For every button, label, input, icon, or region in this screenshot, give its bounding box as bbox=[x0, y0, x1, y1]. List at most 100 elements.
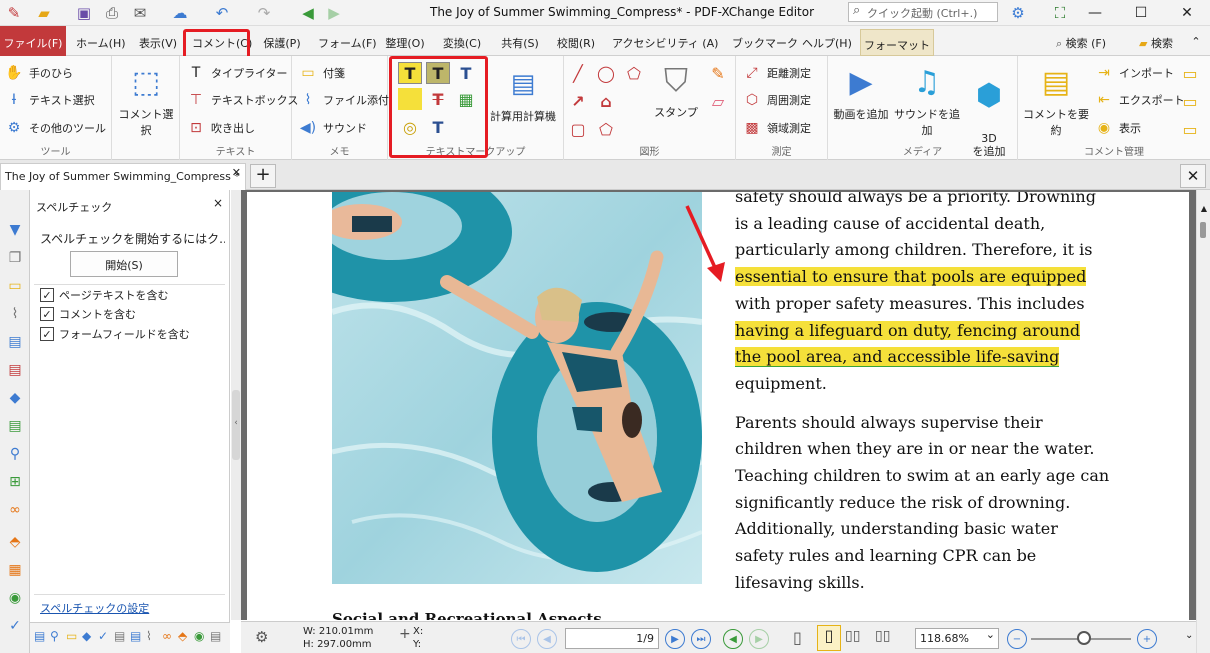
callout-button[interactable]: ⊡ 吹き出し bbox=[186, 117, 255, 139]
add-sound-button[interactable]: ♫ サウンドを追加 bbox=[892, 62, 962, 138]
panel-tab-icon[interactable]: ▤ bbox=[114, 629, 128, 647]
bookmark-icon[interactable]: ▼ bbox=[5, 220, 25, 240]
stamp-button[interactable]: ⛉ スタンプ bbox=[650, 60, 702, 120]
typewriter-button[interactable]: T タイプライター bbox=[186, 62, 288, 84]
panel-tab-icon[interactable]: ✓ bbox=[98, 629, 112, 647]
continuous-page-icon[interactable]: ▯ bbox=[817, 625, 841, 651]
menu-expand-icon[interactable]: ⌃ bbox=[1186, 31, 1206, 53]
next-page-button[interactable]: ▶ bbox=[665, 629, 685, 649]
tab-share[interactable]: 共有(S) bbox=[500, 31, 540, 53]
splitter-grip-icon[interactable]: ‹ bbox=[232, 390, 240, 460]
sound-button[interactable]: ◀) サウンド bbox=[298, 117, 367, 139]
two-page-continuous-icon[interactable]: ▯▯ bbox=[875, 628, 890, 644]
expand-status-icon[interactable]: ⌄ bbox=[1185, 630, 1193, 641]
scroll-up-icon[interactable]: ▲ bbox=[1197, 204, 1210, 213]
page-number-input[interactable]: 1/9 bbox=[565, 628, 659, 649]
textbox-button[interactable]: ⊤ テキストボックス bbox=[186, 89, 298, 111]
arrow-shape-icon[interactable]: ↗ bbox=[566, 90, 590, 112]
comments-icon[interactable]: ▭ bbox=[5, 276, 25, 296]
redo-icon[interactable]: ↷ bbox=[254, 3, 274, 23]
attachments-icon[interactable]: ⌇ bbox=[5, 304, 25, 324]
panel-splitter[interactable]: ‹ bbox=[231, 190, 241, 620]
forward-view-button[interactable]: ▶ bbox=[749, 629, 769, 649]
close-window-button[interactable]: ✕ bbox=[1164, 0, 1210, 26]
tab-view[interactable]: 表示(V) bbox=[138, 31, 178, 53]
tab-bookmarks[interactable]: ブックマーク bbox=[732, 31, 798, 53]
tab-form[interactable]: フォーム(F) bbox=[318, 31, 377, 53]
import-button[interactable]: ⇥ インポート bbox=[1094, 62, 1174, 84]
new-tab-button[interactable]: + bbox=[250, 164, 276, 188]
area-measure-button[interactable]: ▩ 領域測定 bbox=[742, 117, 811, 139]
spellcheck-icon[interactable]: ✓ bbox=[5, 616, 25, 636]
pencil-icon[interactable]: ✎ bbox=[706, 62, 730, 84]
link-icon[interactable]: ∞ bbox=[5, 500, 25, 520]
tab-organize[interactable]: 整理(O) bbox=[384, 31, 426, 53]
panel-tab-icon[interactable]: ⚲ bbox=[50, 629, 64, 647]
perimeter-measure-button[interactable]: ⬡ 周囲測定 bbox=[742, 89, 811, 111]
close-icon[interactable]: × bbox=[213, 196, 223, 210]
close-icon[interactable]: ✕ bbox=[232, 166, 241, 179]
text-select-button[interactable]: Ɨ テキスト選択 bbox=[4, 89, 95, 111]
include-comments-checkbox[interactable]: ✓ コメントを含む bbox=[40, 305, 136, 323]
maximize-button[interactable]: ☐ bbox=[1118, 0, 1164, 26]
content-icon[interactable]: ▤ bbox=[5, 332, 25, 352]
tab-help[interactable]: ヘルプ(H) bbox=[802, 31, 852, 53]
settings-gear-icon[interactable]: ⚙ bbox=[255, 628, 268, 646]
tab-file[interactable]: ファイル(F) bbox=[0, 26, 66, 56]
comment-prev-icon[interactable]: ▭ bbox=[1178, 62, 1202, 84]
spellcheck-settings-link[interactable]: スペルチェックの設定 bbox=[40, 600, 149, 616]
panel-tab-icon[interactable]: ⬘ bbox=[178, 629, 192, 647]
zoom-out-button[interactable]: − bbox=[1007, 629, 1027, 649]
other-tools-button[interactable]: ⚙ その他のツール bbox=[4, 117, 106, 139]
location-icon[interactable]: ⚲ bbox=[5, 444, 25, 464]
panel-tab-icon[interactable]: ∞ bbox=[162, 629, 176, 647]
polygon-shape-icon[interactable]: ⬠ bbox=[622, 62, 646, 84]
last-page-button[interactable]: ⏭ bbox=[691, 629, 711, 649]
eraser-icon[interactable]: ▱ bbox=[706, 90, 730, 112]
tab-convert[interactable]: 変換(C) bbox=[442, 31, 482, 53]
rectangle-shape-icon[interactable]: ▢ bbox=[566, 118, 590, 140]
tab-home[interactable]: ホーム(H) bbox=[76, 31, 126, 53]
show-button[interactable]: ◉ 表示 bbox=[1094, 117, 1141, 139]
calculator-button[interactable]: ▤ 計算用計算機 bbox=[488, 64, 558, 124]
highlighted-text[interactable]: having a lifeguard on duty, fencing arou… bbox=[735, 320, 1081, 340]
highlighted-text[interactable]: the pool area, and accessible life-savin… bbox=[735, 347, 1060, 368]
back-icon[interactable]: ◀ bbox=[298, 3, 318, 23]
email-icon[interactable]: ✉ bbox=[130, 3, 150, 23]
hand-tool-button[interactable]: ✋ 手のひら bbox=[4, 62, 73, 84]
sticky-note-button[interactable]: ▭ 付箋 bbox=[298, 62, 345, 84]
vertical-scrollbar[interactable]: ▲ bbox=[1196, 190, 1210, 653]
pentagon-shape-icon[interactable]: ⬠ bbox=[594, 118, 618, 140]
tags-icon[interactable]: ▤ bbox=[5, 416, 25, 436]
highlighted-text[interactable]: essential to ensure that pools are equip… bbox=[735, 267, 1087, 287]
prev-page-button[interactable]: ◀ bbox=[537, 629, 557, 649]
panel-tab-icon[interactable]: ⌇ bbox=[146, 629, 160, 647]
polyline-shape-icon[interactable]: ⌂ bbox=[594, 90, 618, 112]
zoom-slider-knob[interactable] bbox=[1077, 631, 1091, 645]
forward-icon[interactable]: ▶ bbox=[324, 3, 344, 23]
ellipse-shape-icon[interactable]: ◯ bbox=[594, 62, 618, 84]
panel-tab-icon[interactable]: ▤ bbox=[130, 629, 144, 647]
first-page-button[interactable]: ⏮ bbox=[511, 629, 531, 649]
search-button[interactable]: ⌕ 検索 (F) bbox=[1044, 31, 1118, 53]
zoom-in-button[interactable]: + bbox=[1137, 629, 1157, 649]
panel-tab-icon[interactable]: ▤ bbox=[210, 629, 224, 647]
fullscreen-icon[interactable]: ⛶ bbox=[1050, 3, 1070, 23]
comment-select-button[interactable]: ⬚ コメント選択 bbox=[114, 62, 178, 138]
compare-icon[interactable]: ▦ bbox=[5, 560, 25, 580]
tag-icon[interactable]: ⬘ bbox=[5, 532, 25, 552]
comment-next-icon[interactable]: ▭ bbox=[1178, 90, 1202, 112]
pages-icon[interactable]: ❐ bbox=[5, 248, 25, 268]
save-icon[interactable]: ▣ bbox=[74, 3, 94, 23]
single-page-icon[interactable]: ▯ bbox=[793, 628, 802, 647]
file-attach-button[interactable]: ⌇ ファイル添付 bbox=[298, 89, 389, 111]
distance-measure-button[interactable]: ⤢ 距離測定 bbox=[742, 62, 811, 84]
structure-icon[interactable]: ⊞ bbox=[5, 472, 25, 492]
panel-tab-icon[interactable]: ◉ bbox=[194, 629, 208, 647]
upload-icon[interactable]: ☁ bbox=[170, 3, 190, 23]
panel-tab-icon[interactable]: ◆ bbox=[82, 629, 96, 647]
comment-list-icon[interactable]: ▭ bbox=[1178, 118, 1202, 140]
scroll-thumb[interactable] bbox=[1200, 222, 1206, 238]
summarize-comments-button[interactable]: ▤ コメントを要約 bbox=[1020, 62, 1092, 138]
tab-format[interactable]: フォーマット bbox=[860, 29, 934, 56]
